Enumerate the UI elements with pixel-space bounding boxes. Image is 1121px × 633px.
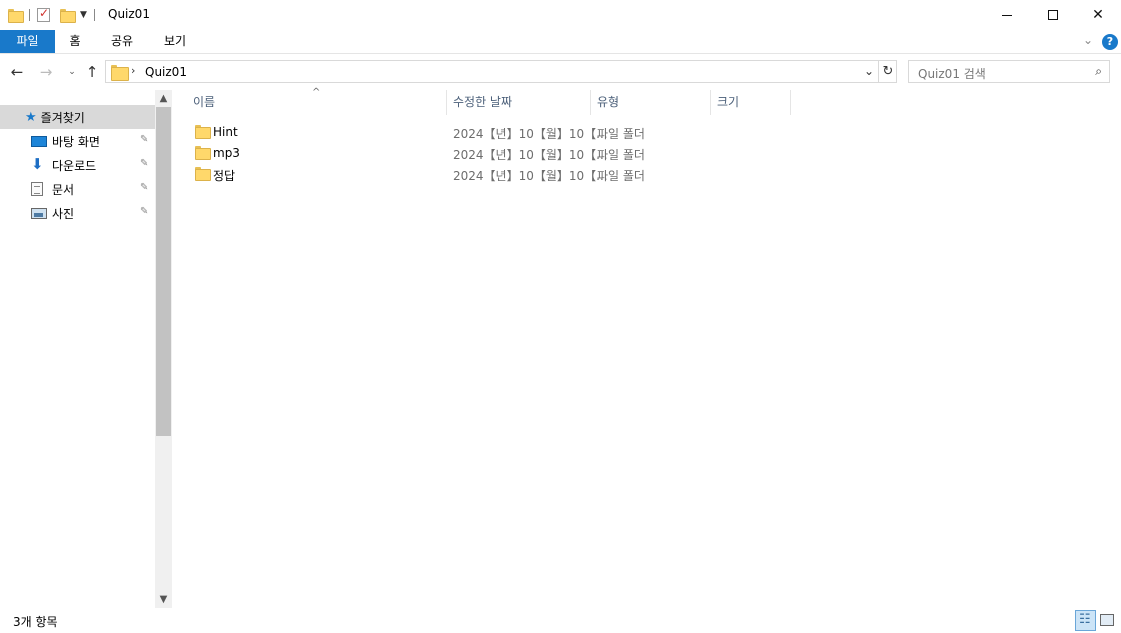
file-name[interactable]: 정답 xyxy=(213,167,235,184)
scroll-down-icon[interactable]: ▼ xyxy=(155,591,172,608)
folder-icon xyxy=(111,65,129,81)
file-date: 2024【년】10【월】10【... xyxy=(453,148,608,162)
navigation-scrollbar[interactable]: ▲ ▼ xyxy=(155,90,172,608)
search-box[interactable]: Quiz01 검색 ⌕ xyxy=(908,60,1110,83)
address-bar[interactable]: › Quiz01 ⌄ ↻ xyxy=(105,60,897,83)
up-button[interactable]: ↑ xyxy=(83,62,101,82)
address-dropdown-icon[interactable]: ⌄ xyxy=(864,64,874,78)
maximize-icon xyxy=(1048,10,1058,20)
file-type: 파일 폴더 xyxy=(597,148,645,162)
file-date: 2024【년】10【월】10【... xyxy=(453,169,608,183)
pin-icon[interactable]: ✎ xyxy=(140,134,148,145)
item-count: 3개 항목 xyxy=(13,615,58,629)
navigation-pane: ★ 즐겨찾기 바탕 화면 ✎ 다운로드 ✎ 문서 ✎ 사진 ✎ xyxy=(0,90,155,608)
star-icon: ★ xyxy=(25,109,37,125)
close-icon: ✕ xyxy=(1092,7,1104,23)
sidebar-item-downloads[interactable]: 다운로드 ✎ xyxy=(0,153,155,177)
pin-icon[interactable]: ✎ xyxy=(140,182,148,193)
large-icons-view-icon[interactable] xyxy=(1100,614,1114,626)
file-row-answers[interactable]: 정답 2024【년】10【월】10【... 파일 폴더 xyxy=(190,163,790,184)
file-date: 2024【년】10【월】10【... xyxy=(453,127,608,141)
minimize-button[interactable] xyxy=(984,0,1030,30)
details-view-icon[interactable] xyxy=(1075,610,1096,631)
sidebar-item-label: 바탕 화면 xyxy=(52,134,100,149)
file-type: 파일 폴더 xyxy=(597,169,645,183)
folder-icon xyxy=(195,146,211,160)
recent-locations-icon[interactable]: ⌄ xyxy=(63,62,81,82)
file-name[interactable]: Hint xyxy=(213,125,238,139)
column-header-size[interactable]: 크기 xyxy=(711,90,791,115)
sidebar-item-quick-access[interactable]: ★ 즐겨찾기 xyxy=(0,105,155,129)
file-row-hint[interactable]: Hint 2024【년】10【월】10【... 파일 폴더 xyxy=(190,121,790,142)
desktop-icon xyxy=(31,136,47,147)
file-name[interactable]: mp3 xyxy=(213,146,240,160)
title-bar: ▼ Quiz01 ✕ xyxy=(0,0,1121,30)
search-placeholder[interactable]: Quiz01 검색 xyxy=(918,65,986,82)
quick-access-toolbar: ▼ xyxy=(8,6,98,24)
breadcrumb-quiz01[interactable]: Quiz01 xyxy=(145,65,187,79)
help-icon[interactable]: ? xyxy=(1102,34,1118,50)
back-button[interactable]: ← xyxy=(8,62,26,82)
scroll-up-icon[interactable]: ▲ xyxy=(155,90,172,107)
pin-icon[interactable]: ✎ xyxy=(140,206,148,217)
search-icon[interactable]: ⌕ xyxy=(1095,64,1102,79)
column-header-label: 크기 xyxy=(717,95,740,109)
pin-icon[interactable]: ✎ xyxy=(140,158,148,169)
tab-file[interactable]: 파일 xyxy=(0,30,55,53)
tab-view[interactable]: 보기 xyxy=(156,30,194,53)
forward-button[interactable]: → xyxy=(37,62,55,82)
file-row-mp3[interactable]: mp3 2024【년】10【월】10【... 파일 폴더 xyxy=(190,142,790,163)
column-header-name[interactable]: ^ 이름 xyxy=(172,87,447,115)
column-header-date[interactable]: 수정한 날짜 xyxy=(447,90,591,115)
file-list: ^ 이름 수정한 날짜 유형 크기 Hint 2024【년】10【월】10【..… xyxy=(172,86,1121,608)
file-type: 파일 폴더 xyxy=(597,127,645,141)
sidebar-item-label: 즐겨찾기 xyxy=(40,110,85,125)
sidebar-item-label: 다운로드 xyxy=(52,158,97,173)
sidebar-item-pictures[interactable]: 사진 ✎ xyxy=(0,201,155,225)
sidebar-item-label: 문서 xyxy=(52,182,75,197)
column-header-type[interactable]: 유형 xyxy=(591,90,711,115)
window-title: Quiz01 xyxy=(108,7,150,21)
scroll-thumb[interactable] xyxy=(156,107,171,436)
properties-icon[interactable] xyxy=(37,6,50,22)
customize-toolbar-icon[interactable]: ▼ xyxy=(80,10,87,20)
refresh-button[interactable]: ↻ xyxy=(878,61,897,82)
pictures-icon xyxy=(31,207,47,219)
close-button[interactable]: ✕ xyxy=(1075,0,1121,30)
status-bar: 3개 항목 xyxy=(0,608,1121,633)
column-header-label: 이름 xyxy=(193,95,216,109)
tab-home[interactable]: 홈 xyxy=(60,30,90,53)
new-folder-icon[interactable] xyxy=(60,9,76,23)
expand-ribbon-icon[interactable]: ⌄ xyxy=(1083,33,1093,47)
download-icon xyxy=(31,155,47,173)
sidebar-item-desktop[interactable]: 바탕 화면 ✎ xyxy=(0,129,155,153)
column-header-label: 수정한 날짜 xyxy=(453,95,513,109)
sidebar-item-label: 사진 xyxy=(52,206,75,221)
documents-icon xyxy=(31,182,43,196)
maximize-button[interactable] xyxy=(1030,0,1076,30)
tab-share[interactable]: 공유 xyxy=(104,30,140,53)
toolbar-separator xyxy=(29,9,30,21)
minimize-icon xyxy=(1002,14,1012,16)
ribbon-tabs: 파일 홈 공유 보기 ⌄ ? xyxy=(0,30,1121,54)
sidebar-item-documents[interactable]: 문서 ✎ xyxy=(0,177,155,201)
breadcrumb-chevron-icon[interactable]: › xyxy=(131,64,135,77)
folder-icon xyxy=(195,167,211,181)
sort-ascending-icon: ^ xyxy=(312,87,321,98)
folder-icon xyxy=(8,9,24,23)
address-row: ← → ⌄ ↑ › Quiz01 ⌄ ↻ Quiz01 검색 ⌕ xyxy=(0,58,1121,86)
folder-icon xyxy=(195,125,211,139)
toolbar-separator xyxy=(93,9,95,21)
column-header-label: 유형 xyxy=(597,95,620,109)
